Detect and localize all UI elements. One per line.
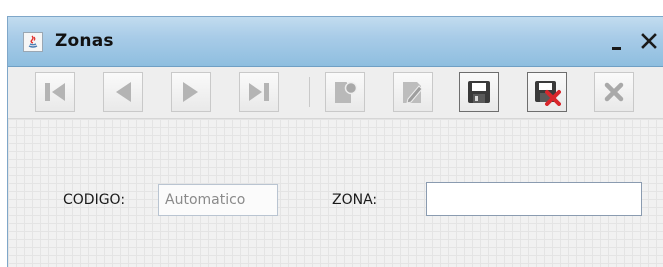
first-record-icon (45, 83, 65, 101)
edit-icon (403, 82, 423, 104)
delete-button[interactable] (594, 72, 634, 112)
save-cancel-icon (535, 81, 561, 106)
save-icon (468, 81, 490, 103)
codigo-field[interactable] (158, 184, 278, 216)
java-app-icon (23, 32, 43, 52)
previous-record-button[interactable] (103, 72, 143, 112)
delete-icon (604, 82, 624, 102)
toolbar-separator (309, 77, 310, 107)
next-record-button[interactable] (171, 72, 211, 112)
new-record-button[interactable] (325, 72, 365, 112)
last-record-button[interactable] (239, 72, 279, 112)
minimize-button[interactable] (606, 34, 630, 58)
toolbar (8, 67, 663, 119)
title-bar[interactable]: Zonas (8, 17, 663, 67)
form-panel: CODIGO: ZONA: (8, 119, 663, 267)
save-button[interactable] (459, 72, 499, 112)
close-icon (641, 33, 657, 49)
codigo-label: CODIGO: (63, 192, 126, 208)
edit-record-button[interactable] (393, 72, 433, 112)
close-button[interactable] (638, 29, 662, 53)
zona-label: ZONA: (332, 192, 378, 208)
first-record-button[interactable] (35, 72, 75, 112)
screen: Zonas CODIGO: Automatico ZONA: (0, 0, 663, 267)
zonas-window: Zonas CODIGO: Automatico ZONA: (7, 16, 663, 267)
zona-input[interactable] (426, 182, 642, 216)
cancel-save-button[interactable] (527, 72, 567, 112)
previous-record-icon (116, 82, 131, 102)
next-record-icon (183, 82, 198, 102)
new-document-icon (335, 81, 358, 103)
last-record-icon (249, 83, 269, 101)
window-title: Zonas (55, 31, 114, 51)
